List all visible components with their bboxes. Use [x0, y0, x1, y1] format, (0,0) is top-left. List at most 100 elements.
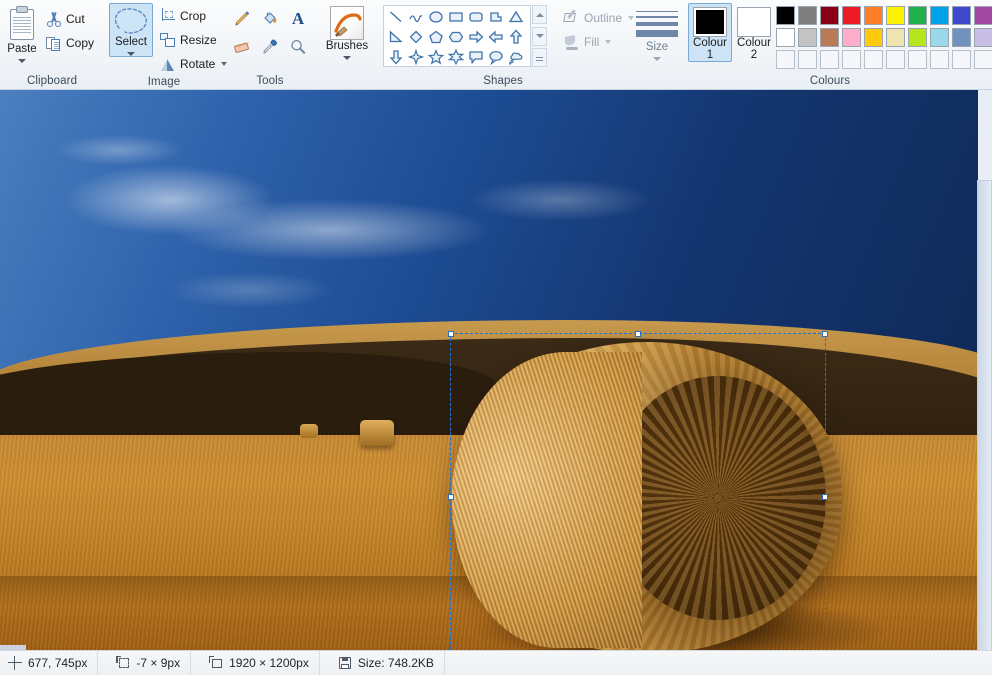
brushes-button[interactable]: Brushes: [321, 3, 373, 61]
shape-oval-callout[interactable]: [486, 47, 506, 67]
palette-swatch-r3-c8[interactable]: [930, 50, 949, 69]
shape-rounded-rectangular-callout[interactable]: [466, 47, 486, 67]
shape-polygon[interactable]: [486, 7, 506, 27]
shape-six-point-star[interactable]: [446, 47, 466, 67]
outline-icon: [563, 8, 580, 26]
shape-up-arrow[interactable]: [506, 27, 526, 47]
size-button[interactable]: Size: [633, 3, 681, 62]
shape-triangle[interactable]: [506, 7, 526, 27]
palette-swatch-r2-c10[interactable]: [974, 28, 992, 47]
selection-handle-top-left[interactable]: [448, 331, 454, 337]
ribbon-group-shapes: Outline Fill Shapes: [378, 0, 635, 90]
status-spacer: [445, 651, 992, 675]
palette-swatch-r3-c4[interactable]: [842, 50, 861, 69]
crop-button[interactable]: Crop: [155, 4, 232, 27]
palette-swatch-r1-c3[interactable]: [820, 6, 839, 25]
tool-text[interactable]: A: [284, 5, 312, 33]
tool-pencil[interactable]: [228, 5, 256, 33]
palette-swatch-r2-c7[interactable]: [908, 28, 927, 47]
copy-button[interactable]: Copy: [41, 31, 99, 54]
shape-right-triangle[interactable]: [386, 27, 406, 47]
palette-swatch-r2-c9[interactable]: [952, 28, 971, 47]
shape-cloud-callout[interactable]: [506, 47, 526, 67]
shape-line[interactable]: [386, 7, 406, 27]
shapes-gallery-scrollbar[interactable]: [532, 5, 547, 67]
selection-handle-middle-right[interactable]: [822, 493, 828, 500]
palette-swatch-r1-c2[interactable]: [798, 6, 817, 25]
tool-fill-with-colour[interactable]: [256, 5, 284, 33]
palette-swatch-r3-c5[interactable]: [864, 50, 883, 69]
rotate-button[interactable]: Rotate: [155, 52, 232, 75]
file-size-text: Size: 748.2KB: [357, 656, 434, 670]
palette-swatch-r1-c5[interactable]: [864, 6, 883, 25]
shape-oval[interactable]: [426, 7, 446, 27]
palette-swatch-r3-c10[interactable]: [974, 50, 992, 69]
shape-four-point-star[interactable]: [406, 47, 426, 67]
palette-swatch-r2-c4[interactable]: [842, 28, 861, 47]
shape-right-arrow[interactable]: [466, 27, 486, 47]
shape-rounded-rectangle[interactable]: [466, 7, 486, 27]
gallery-scroll-up-button[interactable]: [532, 5, 547, 24]
paint-bucket-icon: [264, 12, 277, 24]
chevron-down-icon[interactable]: [18, 59, 26, 63]
palette-swatch-r2-c8[interactable]: [930, 28, 949, 47]
shape-down-arrow[interactable]: [386, 47, 406, 67]
palette-swatch-r2-c3[interactable]: [820, 28, 839, 47]
selection-handle-top-right[interactable]: [822, 331, 828, 337]
canvas-area[interactable]: [0, 90, 992, 650]
selection-marquee[interactable]: [448, 331, 828, 650]
shape-pentagon[interactable]: [426, 27, 446, 47]
ribbon-group-image: Select Crop Resize Rotate Image: [104, 0, 228, 90]
cut-button[interactable]: Cut: [41, 7, 99, 30]
palette-swatch-r3-c2[interactable]: [798, 50, 817, 69]
palette-swatch-r1-c7[interactable]: [908, 6, 927, 25]
palette-swatch-r3-c3[interactable]: [820, 50, 839, 69]
selection-handle-middle-left[interactable]: [448, 493, 454, 500]
palette-swatch-r1-c10[interactable]: [974, 6, 992, 25]
palette-swatch-r1-c8[interactable]: [930, 6, 949, 25]
select-button[interactable]: Select: [109, 3, 153, 57]
vertical-scrollbar-thumb[interactable]: [977, 180, 992, 650]
colour-2-button[interactable]: Colour 2: [732, 3, 776, 62]
shape-curve[interactable]: [406, 7, 426, 27]
shape-rectangle[interactable]: [446, 7, 466, 27]
palette-swatch-r2-c2[interactable]: [798, 28, 817, 47]
tool-magnifier[interactable]: [284, 33, 312, 61]
chevron-down-icon[interactable]: [343, 56, 351, 60]
palette-swatch-r3-c7[interactable]: [908, 50, 927, 69]
colour-palette[interactable]: [776, 6, 992, 71]
image-canvas[interactable]: [0, 90, 978, 650]
paste-button[interactable]: Paste: [5, 3, 39, 64]
tool-eraser[interactable]: [228, 33, 256, 61]
palette-swatch-r1-c9[interactable]: [952, 6, 971, 25]
palette-swatch-r3-c9[interactable]: [952, 50, 971, 69]
shape-left-arrow[interactable]: [486, 27, 506, 47]
resize-button[interactable]: Resize: [155, 28, 232, 51]
gallery-more-button[interactable]: [532, 48, 547, 67]
palette-swatch-r2-c1[interactable]: [776, 28, 795, 47]
free-form-selection-icon: [114, 8, 147, 34]
chevron-down-icon[interactable]: [653, 57, 661, 61]
palette-swatch-r1-c1[interactable]: [776, 6, 795, 25]
palette-swatch-r1-c6[interactable]: [886, 6, 905, 25]
vertical-scrollbar[interactable]: [977, 180, 992, 650]
selection-handle-top-center[interactable]: [635, 331, 641, 337]
tool-colour-picker[interactable]: [256, 33, 284, 61]
shape-five-point-star[interactable]: [426, 47, 446, 67]
chevron-down-icon[interactable]: [127, 52, 135, 56]
chevron-up-icon: [535, 12, 544, 17]
palette-swatch-r2-c5[interactable]: [864, 28, 883, 47]
image-size-icon: [209, 656, 223, 670]
palette-swatch-r2-c6[interactable]: [886, 28, 905, 47]
gallery-scroll-down-button[interactable]: [532, 26, 547, 46]
status-selection-size: -7 × 9px: [98, 650, 192, 675]
chevron-down-icon[interactable]: [605, 39, 612, 44]
shape-diamond[interactable]: [406, 27, 426, 47]
shape-hexagon[interactable]: [446, 27, 466, 47]
shapes-gallery[interactable]: [383, 5, 531, 67]
palette-swatch-r3-c6[interactable]: [886, 50, 905, 69]
palette-swatch-r1-c4[interactable]: [842, 6, 861, 25]
rotate-icon: [160, 56, 176, 72]
colour-1-button[interactable]: Colour 1: [688, 3, 732, 62]
palette-swatch-r3-c1[interactable]: [776, 50, 795, 69]
